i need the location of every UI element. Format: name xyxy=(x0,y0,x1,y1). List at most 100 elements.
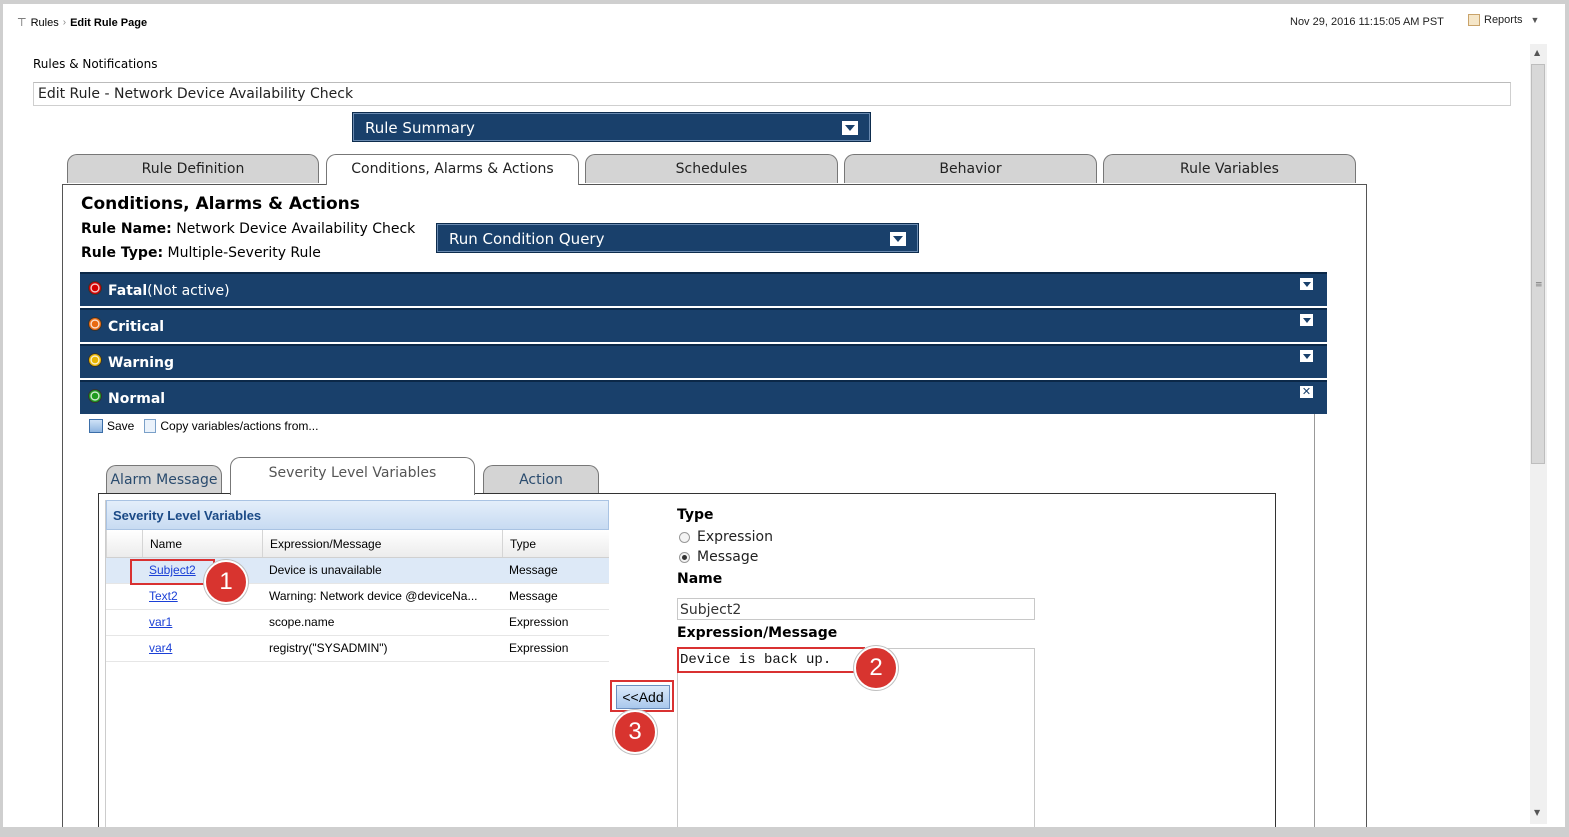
collapse-icon[interactable]: ✕ xyxy=(1300,386,1313,398)
subtab-action[interactable]: Action xyxy=(483,465,599,494)
table-row[interactable]: var4 registry("SYSADMIN") Expression xyxy=(106,636,609,662)
highlight-box xyxy=(677,647,865,673)
section-label: Rules & Notifications xyxy=(33,57,158,71)
dropdown-arrow-icon xyxy=(842,121,858,135)
callout-badge: 2 xyxy=(854,646,898,690)
reports-label: Reports xyxy=(1484,14,1523,26)
expand-icon[interactable] xyxy=(1300,278,1313,290)
variable-expression: Device is unavailable xyxy=(269,563,382,577)
radio-selected-icon[interactable] xyxy=(679,551,690,563)
tab-schedules[interactable]: Schedules xyxy=(585,154,838,183)
highlight-box xyxy=(130,559,215,585)
grid-header-name[interactable]: Name xyxy=(142,530,262,557)
scroll-down-icon[interactable]: ▼ xyxy=(1534,808,1540,817)
rule-name-value: Network Device Availability Check xyxy=(176,221,416,237)
panel-toolbar: Save Copy variables/actions from... xyxy=(89,419,318,433)
variable-type: Message xyxy=(509,589,558,603)
radio-expression[interactable]: Expression xyxy=(679,529,773,545)
expression-label: Expression/Message xyxy=(677,625,838,641)
severity-label: Fatal xyxy=(108,283,148,299)
vertical-scrollbar[interactable]: ▲ ≡ ▼ xyxy=(1530,44,1547,824)
warning-status-icon xyxy=(88,353,102,367)
variable-link[interactable]: var4 xyxy=(149,641,172,655)
page-title: Edit Rule - Network Device Availability … xyxy=(33,82,1511,106)
grid-header-type[interactable]: Type xyxy=(502,530,609,557)
grid-header-blank xyxy=(106,530,142,557)
tab-rule-variables[interactable]: Rule Variables xyxy=(1103,154,1356,183)
variable-expression: registry("SYSADMIN") xyxy=(269,641,388,655)
timestamp: Nov 29, 2016 11:15:05 AM PST xyxy=(1290,16,1444,28)
variable-expression: Warning: Network device @deviceNa... xyxy=(269,589,478,603)
chevron-right-icon: › xyxy=(62,17,67,28)
fatal-status-icon xyxy=(88,281,102,295)
variable-link[interactable]: Text2 xyxy=(149,589,178,603)
severity-warning[interactable]: Warning xyxy=(80,344,1327,378)
variable-expression: scope.name xyxy=(269,615,335,629)
scrollbar-thumb[interactable]: ≡ xyxy=(1531,64,1545,464)
table-row[interactable]: var1 scope.name Expression xyxy=(106,610,609,636)
breadcrumb-current: Edit Rule Page xyxy=(70,16,148,29)
radio-message[interactable]: Message xyxy=(679,549,773,565)
name-label: Name xyxy=(677,571,723,587)
critical-status-icon xyxy=(88,317,102,331)
variables-grid: Severity Level Variables Name Expression… xyxy=(105,500,609,827)
table-row[interactable]: Text2 Warning: Network device @deviceNa.… xyxy=(106,584,609,610)
rule-name-label: Rule Name: xyxy=(81,221,172,237)
report-icon xyxy=(1468,14,1480,26)
page: ⊤ Rules › Edit Rule Page Nov 29, 2016 11… xyxy=(3,4,1565,827)
tab-conditions[interactable]: Conditions, Alarms & Actions xyxy=(326,154,579,185)
radio-expression-label: Expression xyxy=(697,529,773,545)
highlight-box xyxy=(610,680,674,712)
rule-type-row: Rule Type: Multiple-Severity Rule xyxy=(81,245,321,261)
section-heading: Conditions, Alarms & Actions xyxy=(81,194,360,214)
severity-label: Critical xyxy=(108,319,165,335)
rule-summary-label: Rule Summary xyxy=(365,119,475,137)
tab-behavior[interactable]: Behavior xyxy=(844,154,1097,183)
breadcrumb-rules[interactable]: Rules xyxy=(31,17,59,29)
top-bar: ⊤ Rules › Edit Rule Page Nov 29, 2016 11… xyxy=(3,4,1539,42)
copy-from-button[interactable]: Copy variables/actions from... xyxy=(160,419,318,433)
variable-type: Expression xyxy=(509,615,569,629)
severity-fatal[interactable]: Fatal(Not active) xyxy=(80,272,1327,306)
callout-badge: 1 xyxy=(204,560,248,604)
severity-normal[interactable]: Normal ✕ xyxy=(80,380,1327,414)
tab-rule-definition[interactable]: Rule Definition xyxy=(67,154,319,183)
copy-icon xyxy=(144,419,157,433)
expand-icon[interactable] xyxy=(1300,314,1313,326)
expand-icon[interactable] xyxy=(1300,350,1313,362)
run-condition-query-label: Run Condition Query xyxy=(449,230,605,248)
severity-label: Warning xyxy=(108,355,175,371)
variable-form: Type Expression Message Name xyxy=(677,507,773,587)
grid-header-expression[interactable]: Expression/Message xyxy=(262,530,502,557)
radio-message-label: Message xyxy=(697,549,759,565)
tree-icon: ⊤ xyxy=(17,17,27,29)
dropdown-arrow-icon xyxy=(890,232,906,246)
grid-header: Name Expression/Message Type xyxy=(106,530,609,558)
rule-summary-dropdown[interactable]: Rule Summary xyxy=(352,112,871,142)
scroll-up-icon[interactable]: ▲ xyxy=(1534,48,1540,57)
variable-link[interactable]: var1 xyxy=(149,615,172,629)
severity-critical[interactable]: Critical xyxy=(80,308,1327,342)
severity-note: (Not active) xyxy=(147,283,230,299)
tab-bar: Rule Definition Conditions, Alarms & Act… xyxy=(67,154,1367,185)
save-button[interactable]: Save xyxy=(107,419,134,433)
subtab-severity-level-variables[interactable]: Severity Level Variables xyxy=(230,457,475,495)
rule-name-row: Rule Name: Network Device Availability C… xyxy=(81,221,415,237)
subtab-alarm-message[interactable]: Alarm Message xyxy=(106,465,222,494)
chevron-down-icon: ▼ xyxy=(1530,15,1540,25)
breadcrumb: ⊤ Rules › Edit Rule Page xyxy=(17,16,148,30)
radio-icon[interactable] xyxy=(679,531,690,543)
rule-type-label: Rule Type: xyxy=(81,245,164,261)
severity-label: Normal xyxy=(108,391,166,407)
variable-type: Expression xyxy=(509,641,569,655)
variable-type: Message xyxy=(509,563,558,577)
normal-status-icon xyxy=(88,389,102,403)
run-condition-query-dropdown[interactable]: Run Condition Query xyxy=(436,223,919,253)
save-icon xyxy=(89,419,103,433)
rule-type-value: Multiple-Severity Rule xyxy=(167,245,321,261)
reports-menu[interactable]: Reports ▼ xyxy=(1468,14,1539,26)
grid-title: Severity Level Variables xyxy=(106,500,609,530)
name-field[interactable]: Subject2 xyxy=(677,598,1035,620)
callout-badge: 3 xyxy=(613,710,657,754)
grip-icon: ≡ xyxy=(1535,280,1543,290)
